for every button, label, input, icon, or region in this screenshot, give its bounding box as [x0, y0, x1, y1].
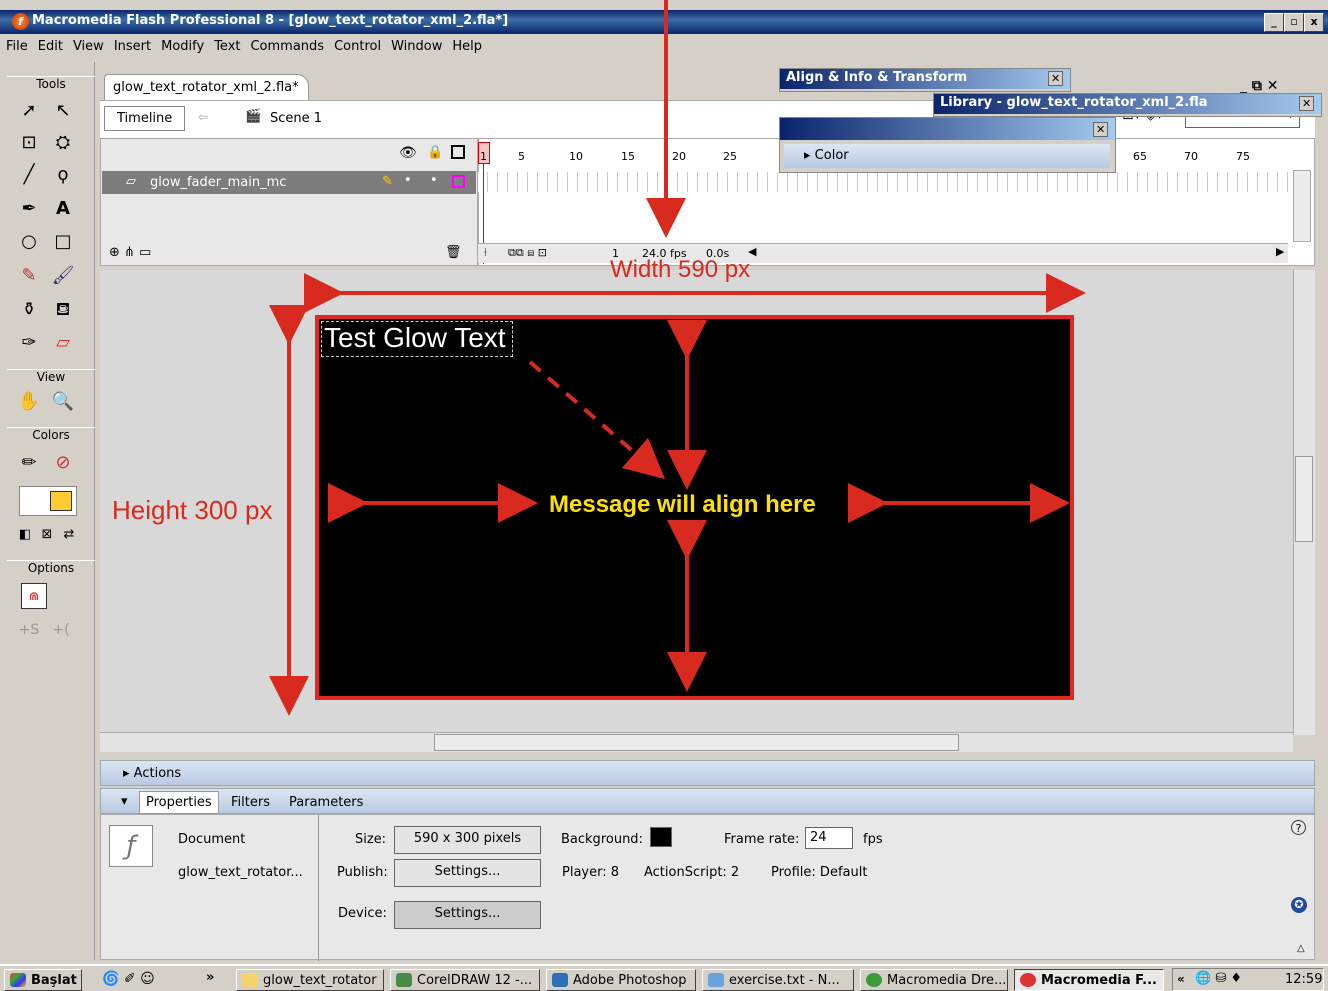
- quick-launch-chevron[interactable]: »: [206, 970, 214, 985]
- vscroll-thumb[interactable]: [1295, 456, 1313, 542]
- properties-panel-bar: ▾ Properties Filters Parameters: [100, 788, 1315, 814]
- task-label: Adobe Photoshop: [573, 973, 687, 988]
- properties-panel: ƒ Document glow_text_rotator... Size: 59…: [100, 814, 1315, 961]
- folder-icon: [242, 973, 258, 987]
- windows-logo-icon: [10, 973, 26, 987]
- background-color-swatch[interactable]: [650, 827, 672, 847]
- panel-expand-icon[interactable]: △: [1297, 943, 1305, 954]
- taskbar: Başlat 🌀 ✐ ☺ » glow_text_rotator CorelDR…: [0, 964, 1328, 991]
- size-button[interactable]: 590 x 300 pixels: [394, 826, 541, 854]
- flash-icon: [1020, 973, 1036, 987]
- actions-panel-bar[interactable]: ▸ Actions: [100, 760, 1315, 786]
- task-photoshop[interactable]: Adobe Photoshop: [546, 969, 696, 991]
- help-icon[interactable]: ?: [1291, 820, 1306, 835]
- props-divider: [318, 815, 319, 961]
- background-label: Background:: [561, 832, 643, 847]
- hscroll-thumb[interactable]: [434, 734, 959, 751]
- start-button[interactable]: Başlat: [4, 969, 82, 991]
- frame-rate-input[interactable]: 24: [805, 827, 853, 849]
- task-label: CorelDRAW 12 -...: [417, 973, 533, 988]
- dashed-pointer-arrow: [528, 360, 666, 480]
- start-label: Başlat: [31, 973, 77, 988]
- task-label: Macromedia F...: [1041, 973, 1157, 988]
- coreldraw-icon: [396, 973, 412, 987]
- photoshop-icon: [552, 973, 568, 987]
- publish-settings-button[interactable]: Settings...: [394, 859, 541, 887]
- quick-launch-icons[interactable]: 🌀 ✐ ☺: [102, 971, 155, 987]
- document-icon: ƒ: [109, 825, 153, 867]
- size-label: Size:: [355, 832, 387, 847]
- actions-label: Actions: [133, 766, 182, 781]
- tab-filters[interactable]: Filters: [231, 795, 270, 810]
- stage-horizontal-scrollbar[interactable]: [100, 732, 1293, 752]
- stage-vertical-scrollbar[interactable]: [1293, 270, 1315, 735]
- clock: 12:59: [1285, 972, 1323, 987]
- system-tray: « 🌐 ⛁ ♦ 12:59: [1172, 968, 1324, 991]
- device-label: Device:: [338, 906, 387, 921]
- task-exercise-notepad[interactable]: exercise.txt - N...: [702, 969, 854, 991]
- task-flash-active[interactable]: Macromedia F...: [1014, 969, 1164, 991]
- notepad-icon: [708, 973, 724, 987]
- actionscript-version: ActionScript: 2: [644, 865, 740, 880]
- document-label: Document: [178, 832, 246, 847]
- tray-chevron[interactable]: «: [1177, 972, 1185, 986]
- tab-properties[interactable]: Properties: [139, 791, 219, 814]
- publish-label: Publish:: [337, 865, 388, 880]
- task-label: glow_text_rotator: [263, 973, 377, 988]
- player-version: Player: 8: [562, 865, 620, 880]
- frame-rate-label: Frame rate:: [724, 832, 800, 847]
- tray-icons[interactable]: 🌐 ⛁ ♦: [1195, 971, 1242, 986]
- task-label: exercise.txt - N...: [729, 973, 840, 988]
- accessibility-icon[interactable]: ✪: [1291, 897, 1307, 913]
- task-glow-text-rotator[interactable]: glow_text_rotator: [236, 969, 384, 991]
- profile-label: Profile: Default: [771, 865, 868, 880]
- tab-parameters[interactable]: Parameters: [289, 795, 363, 810]
- device-settings-button[interactable]: Settings...: [394, 901, 541, 929]
- task-dreamweaver[interactable]: Macromedia Dre...: [860, 969, 1008, 991]
- task-coreldraw[interactable]: CorelDRAW 12 -...: [390, 969, 540, 991]
- collapse-icon[interactable]: ▾: [121, 794, 128, 809]
- document-name: glow_text_rotator...: [178, 865, 303, 880]
- dreamweaver-icon: [866, 973, 882, 987]
- task-label: Macromedia Dre...: [887, 973, 1007, 988]
- fps-label: fps: [863, 832, 883, 847]
